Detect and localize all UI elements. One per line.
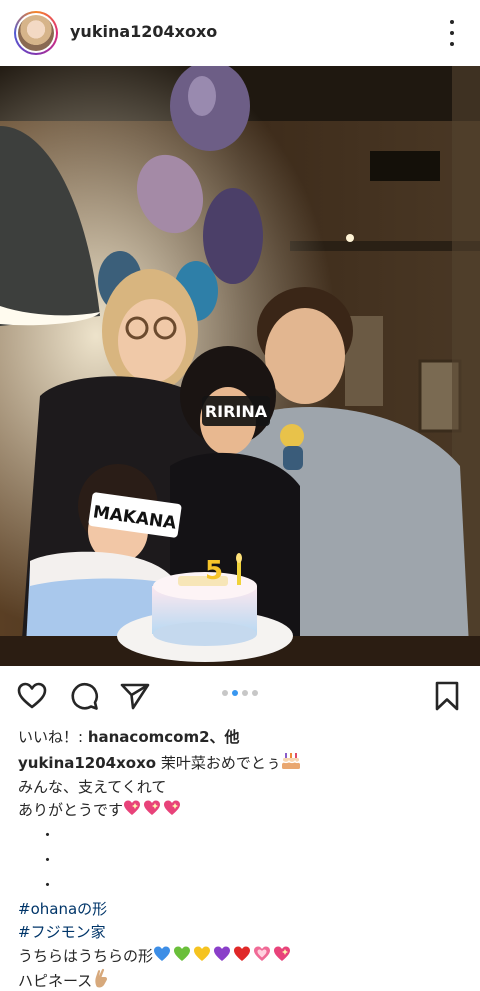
comment-icon[interactable]	[68, 680, 100, 712]
caption-line: ありがとうです	[18, 801, 124, 819]
paper-plane-icon[interactable]	[119, 680, 151, 712]
bullet: ・	[40, 875, 56, 894]
carousel-indicator	[222, 690, 258, 696]
carousel-dot	[242, 690, 248, 696]
bullet: ・	[40, 850, 56, 869]
hashtag-link[interactable]: #ohanaの形	[18, 900, 107, 918]
likes-line[interactable]: いいね！: hanacomcom2、他	[18, 726, 240, 747]
post-header: yukina1204xoxo	[0, 0, 480, 66]
sticker-ririna: RIRINA	[205, 402, 268, 421]
carousel-dot-active	[232, 690, 238, 696]
carousel-dot	[222, 690, 228, 696]
caption-line: ハピネース	[18, 972, 93, 990]
birthday-cake-emoji	[281, 752, 301, 778]
caption-line: うちらはうちらの形	[18, 946, 154, 965]
cake-number: 5	[205, 556, 223, 586]
crossed-fingers-emoji	[92, 968, 110, 991]
caption-line: みんな、支えてくれて	[18, 777, 167, 796]
post-caption: yukina1204xoxo 茉叶菜おめでとぅ みんな、支えてくれて ありがとう…	[18, 752, 468, 991]
carousel-dot	[252, 690, 258, 696]
bullet: ・	[40, 825, 56, 844]
post-photo[interactable]: 5 RIRINA MAKANA	[0, 66, 480, 666]
photo-illustration: 5 RIRINA MAKANA	[0, 66, 480, 666]
heart-icon[interactable]	[16, 680, 48, 712]
sparkling-heart-emoji	[123, 799, 183, 825]
caption-username[interactable]: yukina1204xoxo	[18, 754, 156, 772]
bookmark-icon[interactable]	[431, 680, 463, 712]
post-username[interactable]: yukina1204xoxo	[70, 22, 217, 41]
profile-avatar[interactable]	[14, 11, 58, 55]
likes-user[interactable]: hanacomcom2	[88, 728, 210, 746]
colored-hearts-emoji	[153, 945, 303, 971]
caption-line: 茉叶菜おめでとぅ	[160, 754, 281, 772]
more-options-icon[interactable]	[442, 20, 462, 46]
hashtag-link[interactable]: #フジモン家	[18, 923, 106, 941]
